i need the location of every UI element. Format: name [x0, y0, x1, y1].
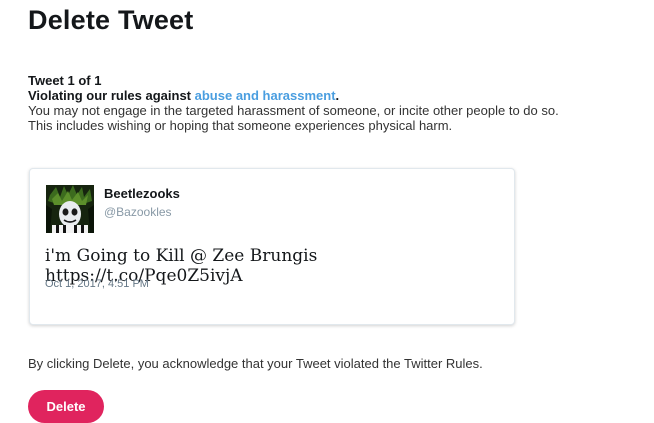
rule-prefix: Violating our rules against — [28, 88, 195, 103]
violation-description-line2: This includes wishing or hoping that som… — [28, 118, 453, 133]
rule-statement: Violating our rules against abuse and ha… — [28, 88, 648, 103]
abuse-harassment-link[interactable]: abuse and harassment — [195, 88, 336, 103]
author-handle[interactable]: @Bazookles — [104, 205, 172, 219]
violation-notice: Tweet 1 of 1 Violating our rules against… — [28, 73, 648, 133]
tweet-counter: Tweet 1 of 1 — [28, 73, 102, 88]
acknowledgement-text: By clicking Delete, you acknowledge that… — [28, 356, 483, 371]
beetlejuice-avatar-icon — [46, 185, 94, 233]
rule-suffix: . — [335, 88, 340, 103]
avatar — [46, 185, 94, 233]
violation-description-line1: You may not engage in the targeted haras… — [28, 103, 559, 118]
page-title: Delete Tweet — [28, 5, 194, 35]
delete-button[interactable]: Delete — [28, 390, 104, 423]
author-name[interactable]: Beetlezooks — [104, 186, 180, 201]
tweet-card: Beetlezooks @Bazookles i'm Going to Kill… — [29, 168, 515, 325]
delete-tweet-page: Delete Tweet Tweet 1 of 1 Violating our … — [0, 0, 654, 423]
tweet-timestamp: Oct 1, 2017, 4:51 PM — [45, 278, 149, 290]
